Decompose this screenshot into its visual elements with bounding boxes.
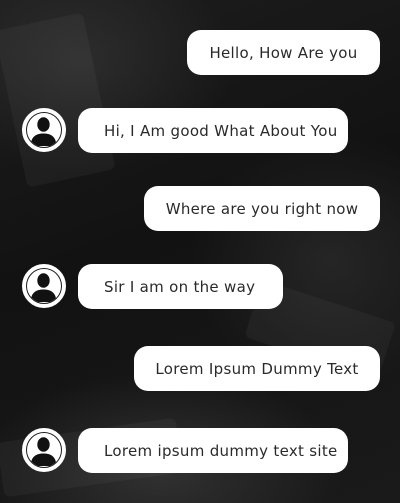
contact-avatar[interactable] — [22, 108, 66, 152]
outgoing-message-bubble[interactable]: Hello, How Are you — [187, 30, 380, 75]
incoming-message-bubble[interactable]: Lorem ipsum dummy text site — [78, 428, 348, 473]
message-text: Hi, I Am good What About You — [104, 121, 338, 140]
message-text: Lorem Ipsum Dummy Text — [155, 359, 359, 378]
contact-avatar[interactable] — [22, 264, 66, 308]
outgoing-message-bubble[interactable]: Lorem Ipsum Dummy Text — [134, 346, 380, 391]
message-text: Lorem ipsum dummy text site — [104, 441, 338, 460]
message-text: Where are you right now — [165, 199, 359, 218]
message-text: Sir I am on the way — [104, 277, 256, 296]
chat-thread: Hello, How Are you Hi, I Am good What Ab… — [0, 0, 400, 503]
user-silhouette-icon — [26, 432, 62, 468]
contact-avatar[interactable] — [22, 428, 66, 472]
outgoing-message-bubble[interactable]: Where are you right now — [144, 186, 380, 231]
user-silhouette-icon — [26, 268, 62, 304]
user-silhouette-icon — [26, 112, 62, 148]
incoming-message-bubble[interactable]: Sir I am on the way — [78, 264, 283, 309]
incoming-message-bubble[interactable]: Hi, I Am good What About You — [78, 108, 348, 153]
message-text: Hello, How Are you — [209, 43, 358, 62]
